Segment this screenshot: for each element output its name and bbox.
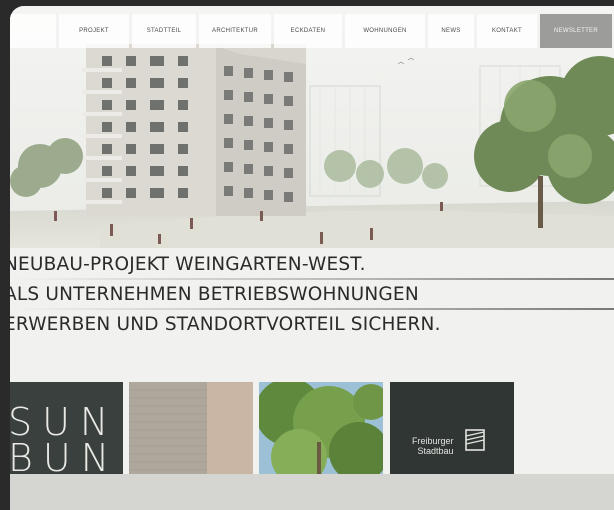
nav-item-kontakt[interactable]: KONTAKT	[477, 14, 537, 48]
tree-photo-image	[259, 382, 383, 474]
headline-line-3: ERWERBEN UND STANDORTVORTEIL SICHERN.	[10, 314, 441, 335]
facade-texture-image	[129, 382, 253, 474]
tile-facade-texture[interactable]	[129, 382, 253, 474]
headline: NEUBAU-PROJEKT WEINGARTEN-WEST. ALS UNTE…	[10, 250, 614, 340]
nav-item-eckdaten[interactable]: ECKDATEN	[274, 14, 342, 48]
nav-item-architektur[interactable]: ARCHITEKTUR	[199, 14, 271, 48]
stadtbau-logo-text: Freiburger Stadtbau	[412, 436, 454, 456]
headline-line-1: NEUBAU-PROJEKT WEINGARTEN-WEST.	[10, 254, 366, 275]
nav-logo-spacer	[10, 14, 56, 48]
stadtbau-logo-icon	[465, 429, 485, 451]
footer-band	[10, 474, 614, 510]
website-page: PROJEKT STADTTEIL ARCHITEKTUR ECKDATEN W…	[10, 6, 614, 510]
image-tiles: SUN BUN Freiburger Stadtbau	[10, 382, 614, 474]
nav-item-stadtteil[interactable]: STADTTEIL	[132, 14, 196, 48]
nav-item-news[interactable]: NEWS	[428, 14, 474, 48]
divider-line-2	[10, 308, 614, 310]
main-navigation: PROJEKT STADTTEIL ARCHITEKTUR ECKDATEN W…	[10, 14, 614, 48]
sunbun-logo-text: SUN BUN	[10, 400, 120, 474]
nav-item-newsletter[interactable]: NEWSLETTER	[540, 14, 612, 48]
headline-line-2: ALS UNTERNEHMEN BETRIEBSWOHNUNGEN	[10, 284, 419, 305]
nav-item-projekt[interactable]: PROJEKT	[59, 14, 129, 48]
tile-sunbun[interactable]: SUN BUN	[10, 382, 123, 474]
tile-freiburger-stadtbau[interactable]: Freiburger Stadtbau	[390, 382, 514, 474]
tile-tree-photo[interactable]	[259, 382, 383, 474]
divider-line-1	[10, 278, 614, 280]
nav-item-wohnungen[interactable]: WOHNUNGEN	[345, 14, 425, 48]
